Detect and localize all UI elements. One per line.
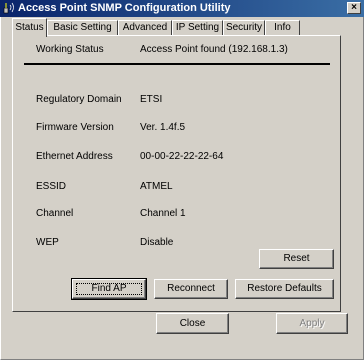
regulatory-domain-value: ETSI	[140, 94, 163, 105]
channel-value: Channel 1	[140, 208, 186, 219]
tab-security[interactable]: Security	[223, 20, 265, 35]
window-title: Access Point SNMP Configuration Utility	[18, 2, 231, 14]
tab-info[interactable]: Info	[265, 20, 300, 35]
status-panel	[12, 35, 341, 312]
apply-button[interactable]: Apply	[276, 313, 348, 334]
wep-value: Disable	[140, 237, 174, 248]
tab-basic-setting[interactable]: Basic Setting	[47, 20, 118, 35]
find-ap-button[interactable]: Find AP	[71, 278, 147, 300]
focus-rectangle	[76, 283, 142, 295]
working-status-label: Working Status	[36, 44, 104, 55]
title-bar: Access Point SNMP Configuration Utility …	[0, 0, 364, 17]
separator	[24, 63, 330, 65]
regulatory-domain-label: Regulatory Domain	[36, 94, 122, 105]
essid-value: ATMEL	[140, 181, 173, 192]
channel-label: Channel	[36, 208, 74, 219]
reconnect-button[interactable]: Reconnect	[154, 279, 228, 299]
restore-defaults-button[interactable]: Restore Defaults	[235, 279, 334, 299]
firmware-version-value: Ver. 1.4f.5	[140, 122, 186, 133]
working-status-value: Access Point found (192.168.1.3)	[140, 44, 288, 55]
wep-label: WEP	[36, 237, 59, 248]
reset-button[interactable]: Reset	[259, 249, 334, 269]
tab-status[interactable]: Status	[12, 18, 47, 37]
wireless-antenna-icon	[3, 2, 14, 14]
close-button[interactable]: Close	[156, 313, 229, 334]
tab-advanced[interactable]: Advanced	[118, 20, 172, 35]
essid-label: ESSID	[36, 181, 67, 192]
close-icon[interactable]: ×	[347, 2, 361, 14]
ethernet-address-label: Ethernet Address	[36, 151, 113, 162]
tab-ip-setting[interactable]: IP Setting	[172, 20, 223, 35]
firmware-version-label: Firmware Version	[36, 122, 114, 133]
ethernet-address-value: 00-00-22-22-22-64	[140, 151, 224, 162]
